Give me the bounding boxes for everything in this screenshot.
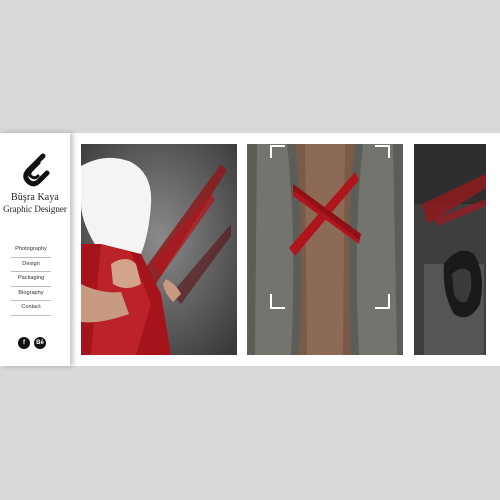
brand-title: Graphic Designer	[3, 204, 67, 214]
nav-item-photography[interactable]: Photography	[11, 243, 51, 258]
nav-item-packaging[interactable]: Packaging	[11, 272, 51, 287]
nav-item-contact[interactable]: Contact	[11, 301, 51, 316]
gallery-image-1[interactable]	[81, 144, 237, 355]
brand-name: Büşra Kaya	[11, 192, 59, 203]
facebook-icon[interactable]: f	[18, 337, 30, 349]
nav-item-design[interactable]: Design	[11, 258, 51, 272]
gallery-image-3[interactable]	[414, 144, 486, 355]
sidebar: Büşra Kaya Graphic Designer Photography …	[0, 133, 70, 366]
logo-icon[interactable]	[17, 152, 53, 188]
gallery-image-2[interactable]	[247, 144, 403, 355]
nav-item-biography[interactable]: Biography	[11, 287, 51, 301]
behance-icon[interactable]: Bē	[34, 337, 46, 349]
main-nav: Photography Design Packaging Biography C…	[11, 243, 51, 316]
portfolio-site: Büşra Kaya Graphic Designer Photography …	[0, 133, 500, 366]
